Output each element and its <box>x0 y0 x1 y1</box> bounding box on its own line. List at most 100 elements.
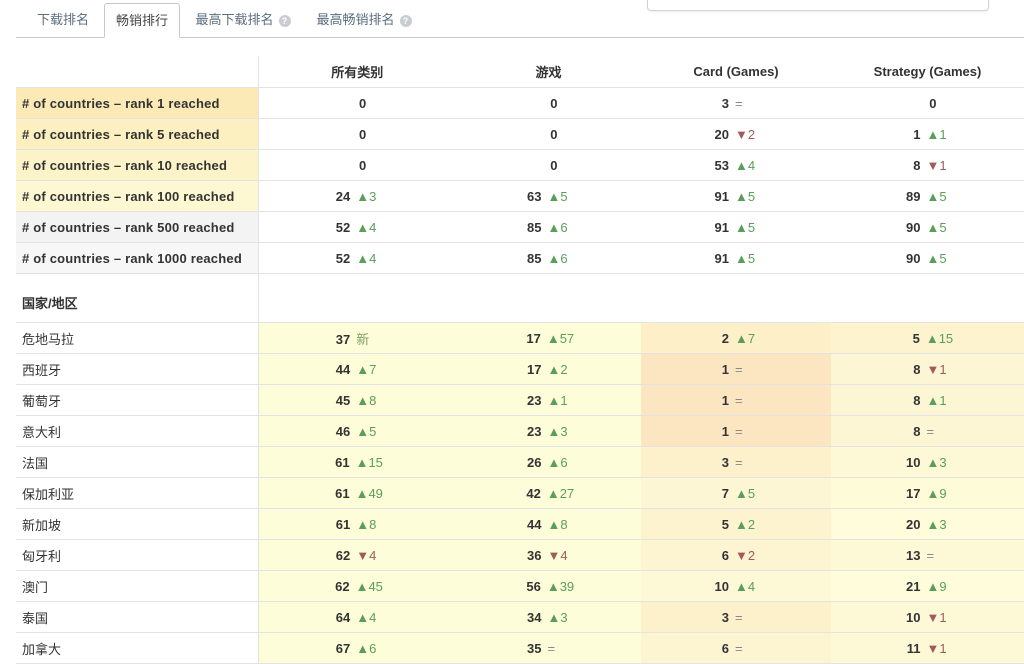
country-row[interactable]: 意大利 46 ▲5 23 ▲3 1 = 8 = <box>16 415 1024 447</box>
country-row[interactable]: 加拿大 67 ▲6 35 = 6 = 11 ▼1 <box>16 632 1024 664</box>
triangle-up-icon: ▲ <box>355 485 369 501</box>
triangle-up-icon: ▲ <box>356 640 370 656</box>
rank-cell: 36 ▼4 <box>456 539 641 571</box>
section-title: 国家/地区 <box>16 273 259 323</box>
country-row[interactable]: 新加坡 61 ▲8 44 ▲8 5 ▲2 20 ▲3 <box>16 508 1024 540</box>
rank-change-value: 45 <box>368 578 383 594</box>
tab-3[interactable]: 最高畅销排名? <box>306 3 422 36</box>
rank-value: 46 <box>335 423 351 439</box>
rank-value: 61 <box>335 485 350 501</box>
rank-cell: 67 ▲6 <box>258 632 456 664</box>
rank-value: 34 <box>527 609 542 625</box>
summary-row-label: # of countries – rank 100 reached <box>16 180 259 212</box>
rank-change: ▲3 <box>927 517 953 532</box>
tab-2[interactable]: 最高下载排名? <box>182 3 304 36</box>
rank-change-value: 5 <box>747 219 756 235</box>
country-name[interactable]: 葡萄牙 <box>16 384 259 416</box>
rank-change: ▼1 <box>927 610 953 625</box>
rank-value: 0 <box>359 126 367 142</box>
rank-change: ▲5 <box>548 189 574 204</box>
triangle-down-icon: ▼ <box>926 157 940 173</box>
rank-change: ▲1 <box>548 393 574 408</box>
country-name[interactable]: 法国 <box>16 446 259 478</box>
rank-cell: 44 ▲7 <box>258 353 456 385</box>
tab-0[interactable]: 下载排名 <box>24 3 102 36</box>
triangle-up-icon: ▲ <box>546 485 560 501</box>
country-name[interactable]: 匈牙利 <box>16 539 259 571</box>
triangle-up-icon: ▲ <box>356 516 370 532</box>
country-name[interactable]: 意大利 <box>16 415 259 447</box>
tab-label: 畅销排行 <box>115 13 168 28</box>
triangle-up-icon: ▲ <box>356 423 370 439</box>
rank-cell: 90 ▲5 <box>831 211 1024 243</box>
rank-cell: 0 <box>258 87 456 119</box>
triangle-up-icon: ▲ <box>547 423 561 439</box>
rank-cell: 61 ▲8 <box>258 508 456 540</box>
column-header[interactable]: Strategy (Games) <box>831 56 1024 88</box>
country-name[interactable]: 危地马拉 <box>16 322 259 354</box>
summary-row-label: # of countries – rank 500 reached <box>16 211 259 243</box>
rank-change-value: 9 <box>939 578 947 594</box>
rank-change-value: 15 <box>368 454 383 470</box>
rank-change-value: 7 <box>747 330 756 346</box>
country-row[interactable]: 泰国 64 ▲4 34 ▲3 3 = 10 ▼1 <box>16 601 1024 633</box>
rank-value: 42 <box>526 485 541 501</box>
help-icon[interactable]: ? <box>399 15 412 27</box>
country-row[interactable]: 葡萄牙 45 ▲8 23 ▲1 1 = 8 ▲1 <box>16 384 1024 416</box>
rank-cell: 63 ▲5 <box>456 180 641 212</box>
column-header[interactable]: Card (Games) <box>641 56 831 88</box>
rank-cell: 37 新 <box>258 322 456 354</box>
triangle-up-icon: ▲ <box>735 516 748 532</box>
rank-change-value: 5 <box>939 188 947 204</box>
rank-cell: 0 <box>456 118 641 150</box>
column-header[interactable]: 游戏 <box>456 56 641 88</box>
rank-cell: 53 ▲4 <box>641 149 831 181</box>
rank-change: ▲3 <box>548 424 574 439</box>
rank-cell: 0 <box>456 87 641 119</box>
tab-1[interactable]: 畅销排行 <box>104 3 180 38</box>
rank-change-value: = <box>547 640 556 656</box>
rank-change-value: 6 <box>560 219 568 235</box>
country-row[interactable]: 法国 61 ▲15 26 ▲6 3 = 10 ▲3 <box>16 446 1024 478</box>
rank-change-value: 6 <box>560 250 568 266</box>
rank-value: 6 <box>721 640 729 656</box>
rank-cell: 46 ▲5 <box>258 415 456 447</box>
rank-change: ▲4 <box>356 220 382 235</box>
rank-change: ▲5 <box>356 424 382 439</box>
country-row[interactable]: 保加利亚 61 ▲49 42 ▲27 7 ▲5 17 ▲9 <box>16 477 1024 509</box>
rank-value: 85 <box>527 250 542 266</box>
country-name[interactable]: 西班牙 <box>16 353 259 385</box>
summary-row-label: # of countries – rank 5 reached <box>16 118 259 150</box>
country-name[interactable]: 泰国 <box>16 601 259 633</box>
rank-value: 61 <box>335 454 350 470</box>
rank-change: ▲4 <box>735 579 761 594</box>
summary-row: # of countries – rank 1000 reached 52 ▲4 85… <box>16 242 1024 274</box>
rank-cell: 1 ▲1 <box>831 118 1024 150</box>
rank-value: 89 <box>906 188 921 204</box>
rank-change-value: 49 <box>368 485 383 501</box>
rank-cell: 11 ▼1 <box>831 632 1024 664</box>
rank-change-value: 1 <box>939 126 947 142</box>
rank-cell: 17 ▲9 <box>831 477 1024 509</box>
country-row[interactable]: 危地马拉 37 新 17 ▲57 2 ▲7 5 ▲15 <box>16 322 1024 354</box>
country-name[interactable]: 加拿大 <box>16 632 259 664</box>
country-row[interactable]: 西班牙 44 ▲7 17 ▲2 1 = 8 ▼1 <box>16 353 1024 385</box>
column-header[interactable]: 所有类别 <box>258 56 456 88</box>
rank-change: ▲5 <box>735 486 761 501</box>
rank-change-value: = <box>926 547 935 563</box>
rank-change-value: 4 <box>747 578 756 594</box>
rank-change: ▲57 <box>547 331 574 346</box>
country-name[interactable]: 新加坡 <box>16 508 259 540</box>
rank-change: = <box>735 610 761 625</box>
help-icon[interactable]: ? <box>278 15 291 27</box>
rank-cell: 23 ▲3 <box>456 415 641 447</box>
rank-change: ▲6 <box>548 455 574 470</box>
country-row[interactable]: 匈牙利 62 ▼4 36 ▼4 6 ▼2 13 = <box>16 539 1024 571</box>
country-name[interactable]: 澳门 <box>16 570 259 602</box>
rank-change-value: 5 <box>560 188 568 204</box>
rank-value: 0 <box>359 157 367 173</box>
country-name[interactable]: 保加利亚 <box>16 477 259 509</box>
rank-value: 61 <box>335 516 351 532</box>
rank-value: 3 <box>721 609 729 625</box>
country-row[interactable]: 澳门 62 ▲45 56 ▲39 10 ▲4 21 ▲9 <box>16 570 1024 602</box>
